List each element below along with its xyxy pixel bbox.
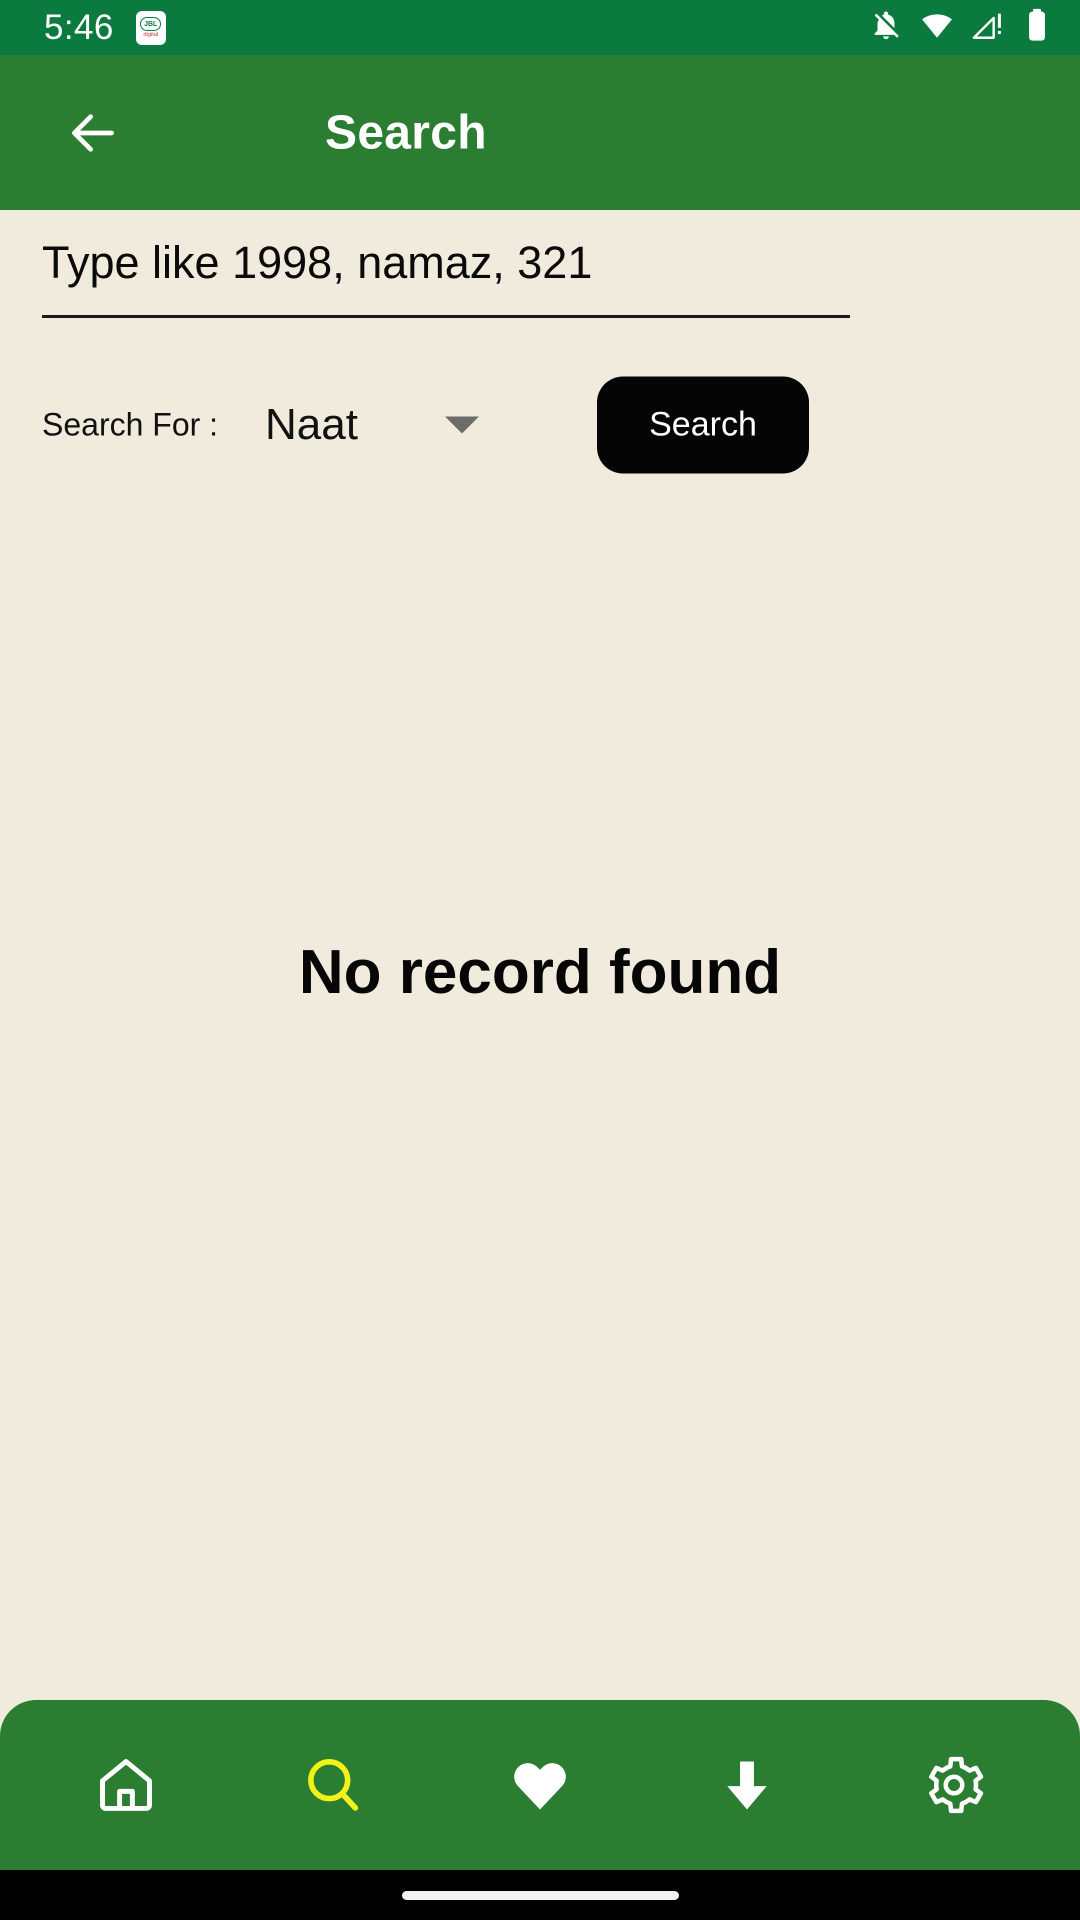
download-arrow-icon (727, 1761, 767, 1810)
notifications-off-icon (869, 8, 903, 47)
back-button[interactable] (58, 98, 128, 168)
status-bar-right (869, 8, 1052, 47)
chevron-down-icon (445, 416, 479, 434)
nav-search[interactable] (258, 1710, 408, 1860)
search-options-row: Search For : Naat Search (0, 375, 1080, 475)
search-input[interactable] (42, 235, 850, 319)
system-navigation-bar (0, 1870, 1080, 1920)
phone-screen: 5:46 JBL digital Search Type like 1998, … (0, 0, 1080, 1920)
battery-icon (1022, 8, 1052, 47)
status-bar-clock: 5:46 (44, 8, 114, 47)
search-icon (307, 1758, 358, 1811)
app-bar: Search (0, 55, 1080, 210)
jbl-sub-label: digital (143, 32, 159, 38)
content-area: Search For : Naat Search No record found (0, 210, 1080, 1700)
bottom-navigation-bar (0, 1700, 1080, 1870)
search-for-label: Search For : (42, 406, 219, 443)
category-dropdown[interactable]: Naat (265, 390, 585, 460)
page-title: Search (325, 106, 487, 159)
nav-favorites[interactable] (465, 1710, 615, 1860)
jbl-digital-app-icon: JBL digital (135, 10, 166, 45)
back-arrow-icon (72, 113, 114, 152)
nav-settings[interactable] (879, 1710, 1029, 1860)
heart-icon (514, 1763, 566, 1810)
category-selected-value: Naat (265, 400, 358, 449)
search-field-container (42, 235, 850, 319)
cellular-no-sim-icon (971, 8, 1005, 47)
gear-icon (929, 1756, 984, 1814)
wifi-icon (920, 8, 954, 47)
gesture-home-pill[interactable] (401, 1890, 679, 1900)
nav-downloads[interactable] (672, 1710, 822, 1860)
jbl-logo-text: JBL (140, 17, 162, 31)
status-bar: 5:46 JBL digital (0, 0, 1080, 55)
nav-home[interactable] (51, 1710, 201, 1860)
home-icon (99, 1759, 152, 1811)
search-button[interactable]: Search (597, 376, 809, 474)
status-bar-left: 5:46 JBL digital (44, 10, 166, 45)
